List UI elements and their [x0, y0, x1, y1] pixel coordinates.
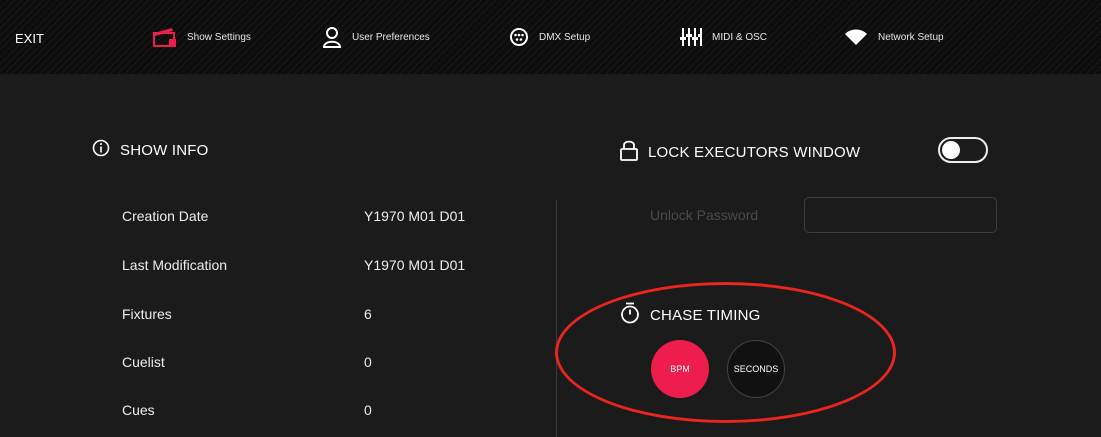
sliders-icon	[680, 27, 702, 47]
info-icon	[92, 139, 110, 161]
unlock-password-input[interactable]	[804, 197, 997, 233]
stopwatch-icon	[620, 302, 640, 328]
fixtures-label: Fixtures	[122, 306, 172, 322]
wifi-icon	[844, 28, 868, 46]
tab-label: Show Settings	[187, 31, 251, 43]
tab-midi-osc[interactable]: MIDI & OSC	[680, 20, 767, 54]
tab-user-preferences[interactable]: User Preferences	[322, 20, 430, 54]
lock-executors-title: LOCK EXECUTORS WINDOW	[648, 143, 861, 161]
tab-label: User Preferences	[352, 31, 430, 43]
toggle-knob	[942, 141, 960, 159]
chase-timing-title: CHASE TIMING	[650, 306, 761, 324]
show-info-title: SHOW INFO	[120, 141, 209, 159]
bpm-button[interactable]: BPM	[651, 340, 709, 398]
tab-show-settings[interactable]: Show Settings	[153, 20, 251, 54]
last-modification-label: Last Modification	[122, 257, 228, 273]
show-info-heading: SHOW INFO	[92, 139, 208, 161]
show-settings-icon	[153, 26, 177, 48]
lock-icon	[620, 139, 638, 165]
lock-executors-heading: LOCK EXECUTORS WINDOW	[620, 139, 860, 165]
lock-executors-toggle[interactable]	[938, 137, 988, 163]
tab-dmx-setup[interactable]: DMX Setup	[509, 20, 590, 54]
cuelist-label: Cuelist	[122, 354, 165, 370]
tab-network-setup[interactable]: Network Setup	[844, 20, 944, 54]
cues-value: 0	[364, 402, 372, 418]
top-navigation-bar: EXIT Show Settings User Preferences DMX …	[0, 0, 1101, 74]
exit-button[interactable]: EXIT	[15, 31, 44, 46]
column-divider	[556, 200, 557, 437]
tab-label: MIDI & OSC	[712, 31, 768, 43]
chase-timing-heading: CHASE TIMING	[620, 302, 760, 328]
dmx-connector-icon	[509, 27, 529, 47]
seconds-button[interactable]: SECONDS	[727, 340, 785, 398]
cuelist-value: 0	[364, 354, 372, 370]
tab-label: Network Setup	[878, 31, 944, 43]
creation-date-label: Creation Date	[122, 208, 209, 224]
tab-label: DMX Setup	[539, 31, 591, 43]
fixtures-value: 6	[364, 306, 372, 322]
cues-label: Cues	[122, 402, 155, 418]
user-icon	[322, 26, 342, 48]
unlock-password-label: Unlock Password	[650, 207, 759, 223]
creation-date-value: Y1970 M01 D01	[364, 208, 466, 224]
last-modification-value: Y1970 M01 D01	[364, 257, 466, 273]
